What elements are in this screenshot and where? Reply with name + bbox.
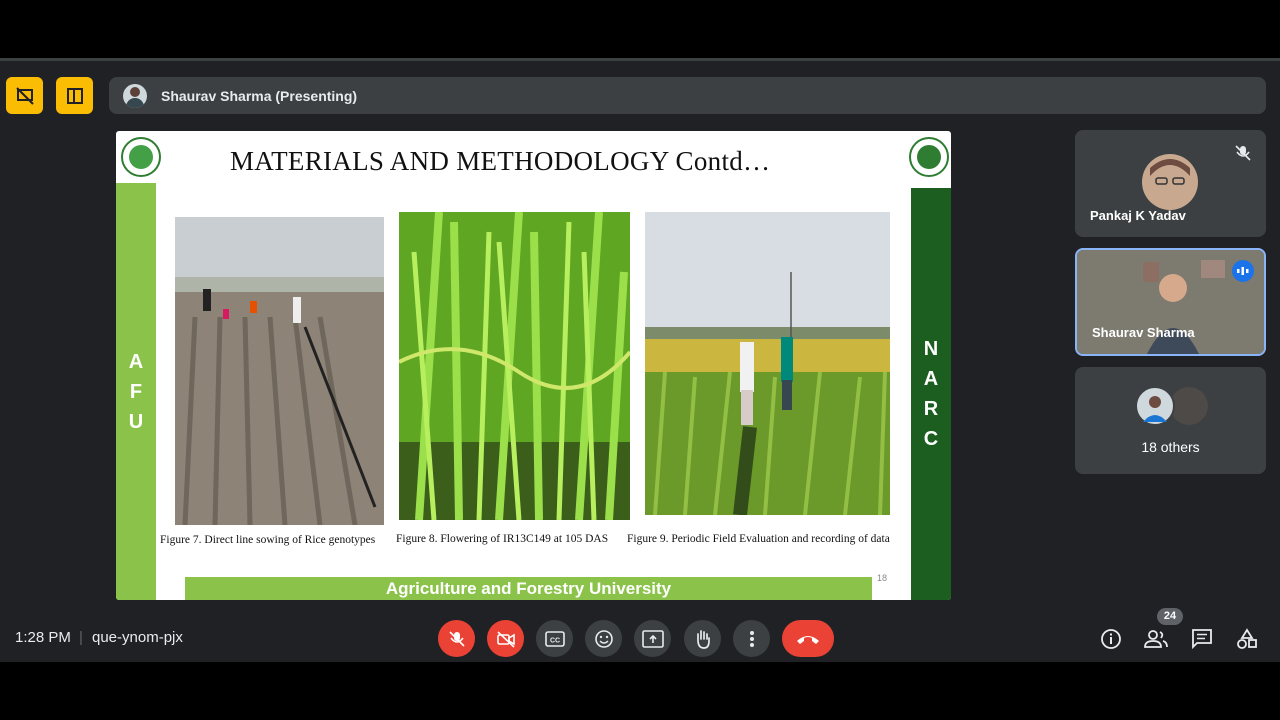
meeting-time: 1:28 PM (15, 629, 71, 646)
bottom-black-band (0, 662, 1280, 720)
activities-icon (1237, 628, 1257, 649)
people-button[interactable] (1144, 627, 1168, 651)
present-icon (641, 629, 664, 648)
slide-title: MATERIALS AND METHODOLOGY Contd… (230, 146, 771, 176)
side-letter: R (923, 398, 939, 420)
mic-off-icon (1235, 145, 1251, 161)
photo-field-evaluation (645, 212, 890, 515)
chat-icon (1192, 629, 1212, 650)
captions-icon: CC (544, 630, 565, 647)
microphone-button[interactable] (438, 620, 475, 657)
slide-footer: Agriculture and Forestry University (185, 577, 872, 600)
speaking-indicator-icon (1232, 260, 1254, 282)
layout-button[interactable] (56, 77, 93, 114)
side-letter: C (923, 428, 939, 450)
afu-side-bar: A F U (116, 183, 156, 600)
meeting-code: que-ynom-pjx (92, 629, 183, 646)
raise-hand-icon (696, 629, 710, 649)
svg-text:CC: CC (549, 637, 559, 644)
emoji-icon (594, 629, 613, 648)
presenter-avatar (123, 83, 147, 108)
hide-presentation-button[interactable] (6, 77, 43, 114)
side-letter: N (923, 338, 939, 360)
participant-name: Pankaj K Yadav (1090, 208, 1186, 223)
shared-slide: MATERIALS AND METHODOLOGY Contd… A F U N… (116, 131, 951, 600)
others-avatars (1135, 386, 1208, 426)
present-button[interactable] (634, 620, 671, 657)
chat-button[interactable] (1190, 627, 1214, 651)
info-icon (1101, 629, 1121, 649)
top-black-band (0, 0, 1280, 58)
end-call-button[interactable] (782, 620, 834, 657)
others-label: 18 others (1141, 439, 1200, 455)
afu-logo (121, 137, 161, 177)
participant-name: Shaurav Sharma (1092, 325, 1195, 340)
caption-figure-7: Figure 7. Direct line sowing of Rice gen… (160, 534, 376, 546)
photo-direct-sowing (175, 217, 384, 525)
side-letter: F (129, 380, 143, 403)
slide-page-number: 18 (877, 573, 888, 583)
raise-hand-button[interactable] (684, 620, 721, 657)
participant-tile-pankaj[interactable]: Pankaj K Yadav (1075, 130, 1266, 237)
side-letter: A (128, 350, 144, 373)
people-icon (1144, 630, 1168, 648)
presenter-name: Shaurav Sharma (Presenting) (161, 87, 358, 104)
mic-off-icon (448, 630, 465, 647)
emoji-button[interactable] (585, 620, 622, 657)
side-letter: A (923, 368, 939, 390)
camera-off-icon (496, 630, 515, 648)
narc-logo (909, 137, 949, 177)
participant-tile-shaurav[interactable]: Shaurav Sharma (1075, 248, 1266, 356)
caption-figure-8: Figure 8. Flowering of IR13C149 at 105 D… (396, 533, 609, 545)
people-count-badge: 24 (1157, 608, 1183, 625)
narc-side-bar: N A R C (911, 188, 951, 600)
side-letter: U (128, 410, 144, 433)
more-options-icon (749, 630, 754, 647)
separator: | (79, 629, 83, 646)
captions-button[interactable]: CC (536, 620, 573, 657)
camera-button[interactable] (487, 620, 524, 657)
end-call-icon (797, 635, 819, 644)
photo-flowering-rice (399, 212, 630, 520)
layout-icon (66, 87, 83, 104)
meeting-info-button[interactable] (1099, 627, 1123, 651)
activities-button[interactable] (1235, 627, 1259, 651)
more-options-button[interactable] (733, 620, 770, 657)
presentation-off-icon (15, 86, 34, 105)
avatar (1142, 154, 1198, 210)
presenter-bar: Shaurav Sharma (Presenting) (109, 77, 1266, 114)
participant-tile-others[interactable]: 18 others (1075, 367, 1266, 474)
caption-figure-9: Figure 9. Periodic Field Evaluation and … (627, 533, 890, 545)
